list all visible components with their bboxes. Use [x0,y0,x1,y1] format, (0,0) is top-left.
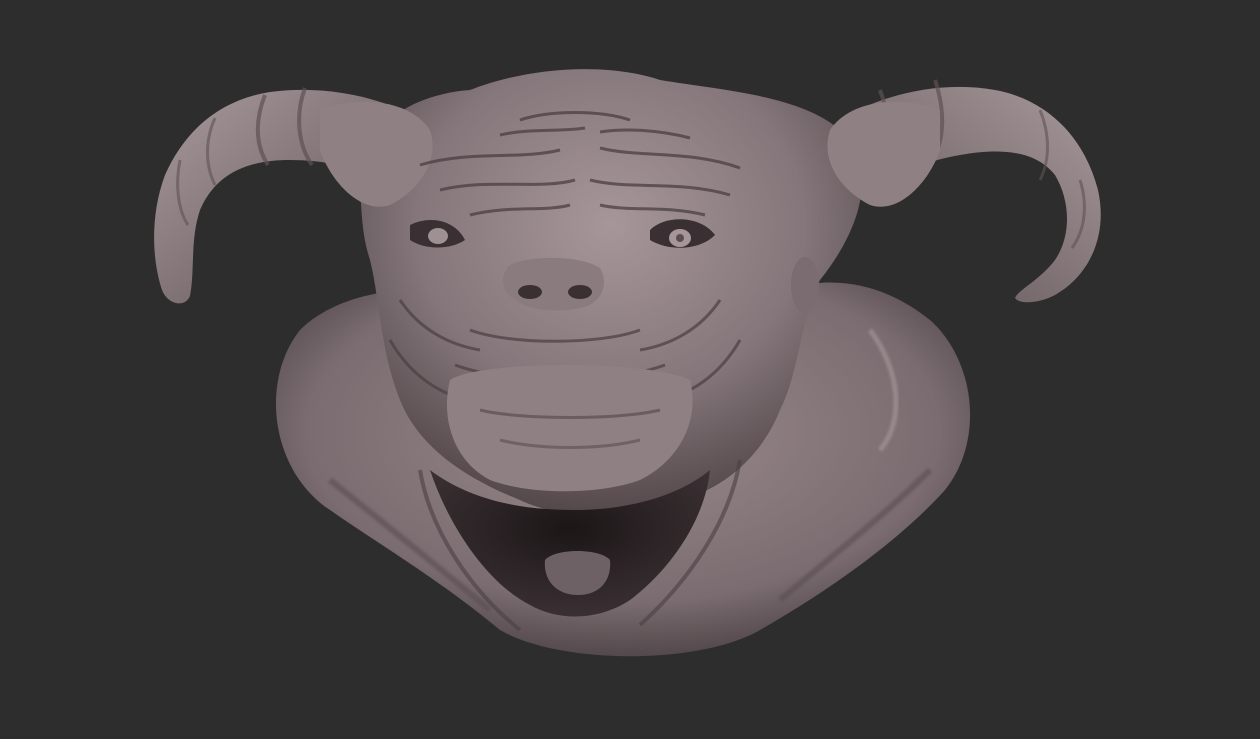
sculpt-viewport[interactable] [0,0,1260,739]
sculpt-render [154,69,1101,657]
